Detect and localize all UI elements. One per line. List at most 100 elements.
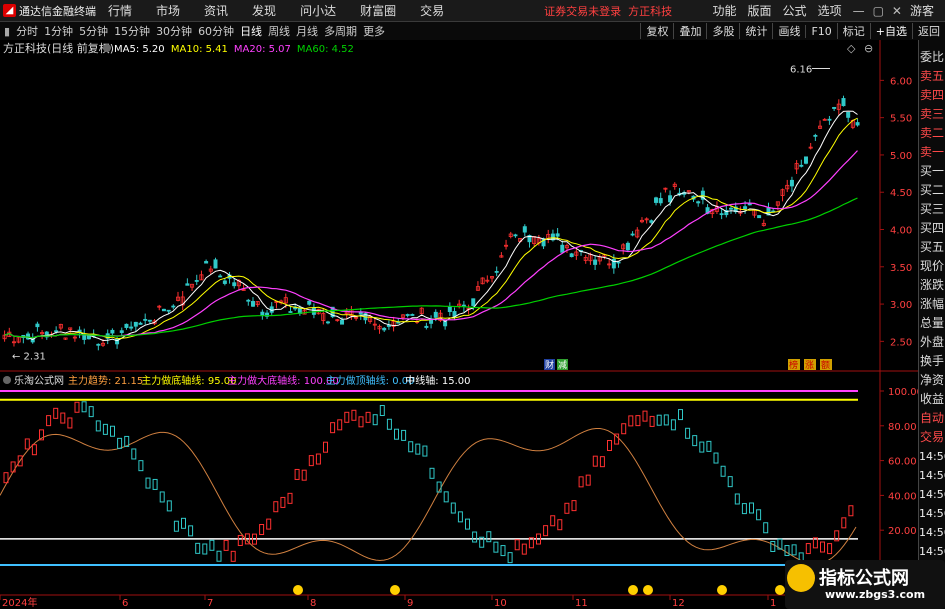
toolbar-button-2[interactable]: 多股	[706, 23, 739, 39]
candle-body	[747, 203, 752, 206]
quote-label-17[interactable]: 净资	[919, 371, 945, 390]
candle-body	[147, 319, 152, 322]
tab-period-5[interactable]: 60分钟	[198, 23, 234, 39]
menu-item-1[interactable]: 市场	[156, 2, 180, 19]
candle-body	[452, 311, 457, 317]
quote-label-6[interactable]: 买一	[919, 162, 945, 181]
candle-body	[382, 327, 387, 331]
tick-time: 14:56	[919, 526, 945, 539]
candle-body	[522, 226, 527, 233]
tab-period-2[interactable]: 5分钟	[79, 23, 108, 39]
quote-label-11[interactable]: 现价	[919, 257, 945, 276]
time-tick-label: 10	[494, 598, 507, 609]
menu-item-4[interactable]: 问小达	[300, 2, 336, 19]
quote-label-3[interactable]: 卖三	[919, 105, 945, 124]
menu-right: 功能 版面 公式 选项 — ▢ ✕ 游客	[713, 0, 945, 21]
tab-period-10[interactable]: 更多	[363, 23, 385, 39]
candle-body	[232, 282, 237, 287]
toolbar-button-0[interactable]: 复权	[640, 23, 673, 39]
candle-body	[218, 275, 223, 278]
candle-body	[311, 307, 316, 315]
quote-label-8[interactable]: 买三	[919, 200, 945, 219]
menu-item-功能[interactable]: 功能	[713, 2, 737, 19]
quote-label-5[interactable]: 卖一	[919, 143, 945, 162]
minimize-icon[interactable]: —	[853, 4, 865, 18]
candle-body	[513, 234, 518, 237]
candle-body	[405, 314, 410, 316]
app-logo: ◢ 通达信金融终端	[0, 3, 108, 19]
candle-body	[119, 330, 124, 333]
quote-label-0[interactable]: 委比	[919, 48, 945, 67]
toolbar-button-4[interactable]: 画线	[772, 23, 805, 39]
quote-label-2[interactable]: 卖四	[919, 86, 945, 105]
quote-label-7[interactable]: 买二	[919, 181, 945, 200]
toolbar-button-8[interactable]: 返回	[912, 23, 945, 39]
menu-item-2[interactable]: 资讯	[204, 2, 228, 19]
quote-label-14[interactable]: 总量	[919, 314, 945, 333]
menu-bar: ◢ 通达信金融终端 行情 市场 资讯 发现 问小达 财富圈 交易 证券交易未登录 方正科技 功…	[0, 0, 945, 22]
tab-period-4[interactable]: 30分钟	[156, 23, 192, 39]
candle-body	[250, 301, 255, 307]
signal-coin-icon	[628, 585, 638, 595]
candle-body	[729, 207, 734, 210]
tab-period-6[interactable]: 日线	[240, 23, 262, 39]
tab-period-0[interactable]: 分时	[16, 23, 38, 39]
tab-period-1[interactable]: 1分钟	[44, 23, 73, 39]
panel-btn-0[interactable]: 自动	[919, 409, 945, 428]
indicator-value-0: 主力趋势: 21.15	[68, 374, 143, 387]
candle-body	[803, 156, 808, 164]
tab-period-7[interactable]: 周线	[268, 23, 290, 39]
tab-period-8[interactable]: 月线	[296, 23, 318, 39]
menu-item-选项[interactable]: 选项	[818, 2, 842, 19]
toolbar-button-3[interactable]: 统计	[739, 23, 772, 39]
low-price-label: ← 2.31	[12, 352, 46, 363]
menu-item-0[interactable]: 行情	[108, 2, 132, 19]
menu-item-6[interactable]: 交易	[420, 2, 444, 19]
quote-label-16[interactable]: 换手	[919, 352, 945, 371]
menu-item-版面[interactable]: 版面	[748, 2, 772, 19]
menu-item-3[interactable]: 发现	[252, 2, 276, 19]
menu-item-5[interactable]: 财富圈	[360, 2, 396, 19]
indicator-value-2: 主力做大底轴线: 100.00	[227, 374, 339, 387]
candle-body	[129, 326, 134, 329]
menu-item-公式[interactable]: 公式	[783, 2, 807, 19]
toolbar-button-1[interactable]: 叠加	[673, 23, 706, 39]
time-tick-label: 7	[207, 598, 213, 609]
candle-body	[461, 304, 466, 307]
watermark-title: 指标公式网	[819, 568, 909, 589]
quote-label-15[interactable]: 外盘	[919, 333, 945, 352]
maximize-icon[interactable]: ▢	[873, 4, 884, 18]
quote-label-10[interactable]: 买五	[919, 238, 945, 257]
candle-body	[654, 197, 659, 203]
candle-body	[443, 321, 448, 327]
sidebar-toggle-icon[interactable]: ▮	[4, 25, 10, 38]
toolbar-button-5[interactable]: F10	[805, 24, 836, 38]
tab-period-9[interactable]: 多周期	[324, 23, 357, 39]
time-tick-label: 11	[575, 598, 588, 609]
quote-label-4[interactable]: 卖二	[919, 124, 945, 143]
quote-label-12[interactable]: 涨跌	[919, 276, 945, 295]
indicator-value-1: 主力做底轴线: 95.00	[141, 374, 236, 387]
close-icon[interactable]: ✕	[892, 4, 902, 18]
login-notice[interactable]: 证券交易未登录 方正科技	[544, 3, 672, 19]
quote-label-13[interactable]: 涨幅	[919, 295, 945, 314]
panel-btn-1[interactable]: 交易	[919, 428, 945, 447]
candle-body	[358, 312, 363, 315]
guest-label[interactable]: 游客	[910, 2, 934, 19]
indicator-tick-label: 80.00	[888, 422, 917, 433]
ma-label-2: MA20: 5.07	[234, 44, 291, 55]
event-badge-label: 榜	[789, 359, 798, 371]
main-menu: 行情 市场 资讯 发现 问小达 财富圈 交易	[108, 2, 468, 19]
quote-label-18[interactable]: 收益	[919, 390, 945, 409]
chart-area[interactable]: 方正科技(日线 前复权) MA5: 5.20 MA10: 5.41 MA20: 5.0…	[0, 40, 918, 609]
toolbar-button-6[interactable]: 标记	[836, 23, 870, 39]
candle-body	[166, 309, 171, 312]
quote-label-1[interactable]: 卖五	[919, 67, 945, 86]
candle-body	[789, 179, 794, 187]
toolbar-button-7[interactable]: +自选	[869, 23, 912, 39]
candle-body	[96, 343, 101, 346]
tab-period-3[interactable]: 15分钟	[114, 23, 150, 39]
event-badge-label: 财	[545, 359, 554, 371]
quote-label-9[interactable]: 买四	[919, 219, 945, 238]
price-tick-label: 4.50	[890, 188, 912, 199]
